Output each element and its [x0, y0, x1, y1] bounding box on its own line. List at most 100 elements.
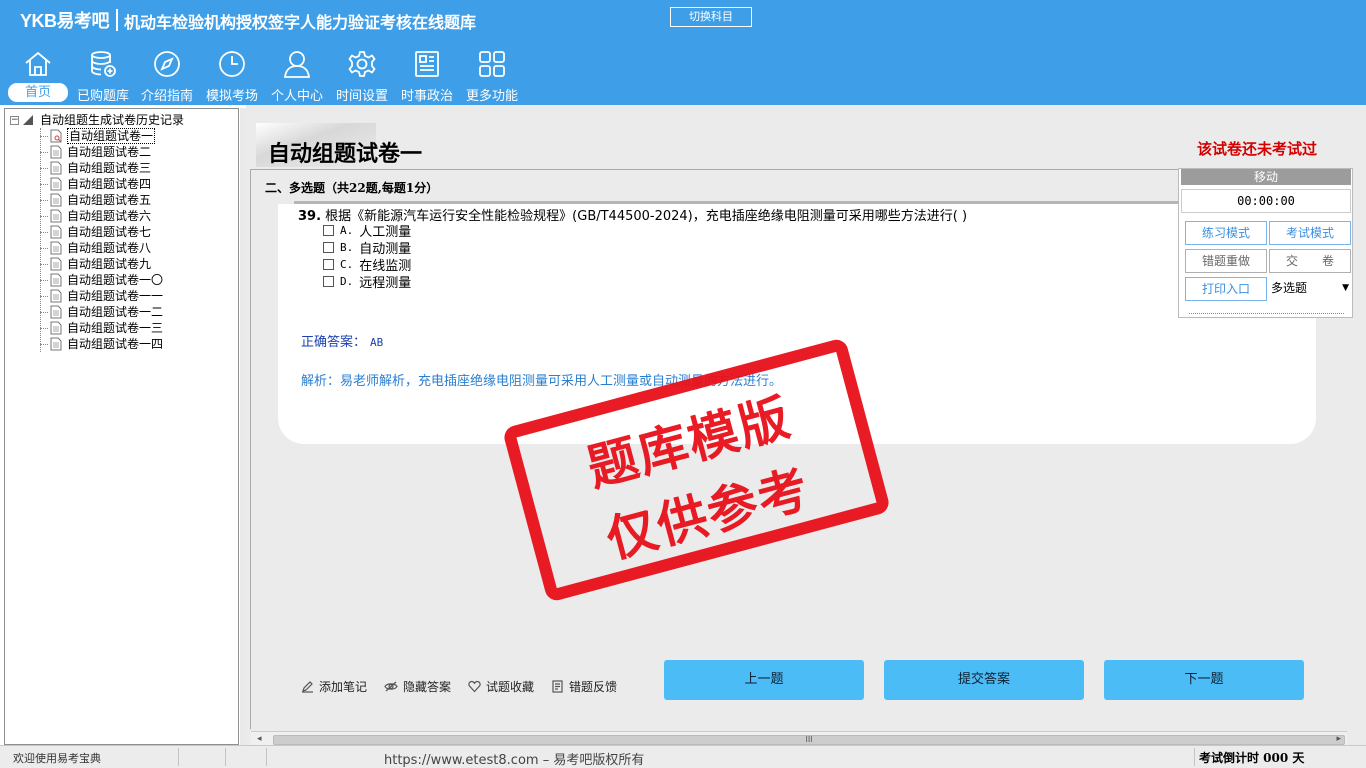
exam-timer: 00:00:00 [1181, 189, 1351, 213]
answer-value: AB [370, 336, 384, 349]
document-icon [50, 177, 62, 191]
nav-more[interactable]: 更多功能 [460, 46, 524, 104]
logo-divider [116, 9, 118, 31]
option-c[interactable]: C. 在线监测 [323, 256, 411, 274]
tree-root[interactable]: − 自动组题生成试卷历史记录 [10, 112, 184, 128]
option-checkbox[interactable] [323, 276, 334, 287]
tree-item[interactable]: 自动组题试卷一二 [40, 304, 163, 320]
nav-time-settings[interactable]: 时间设置 [330, 46, 394, 104]
answer-label: 正确答案： [301, 335, 367, 350]
option-b[interactable]: B. 自动测量 [323, 239, 411, 257]
report-error-button[interactable]: 错题反馈 [551, 677, 617, 695]
news-icon [415, 51, 439, 77]
tree-item[interactable]: 自动组题试卷一 [40, 128, 156, 144]
submit-answer-button[interactable]: 提交答案 [884, 660, 1084, 700]
option-letter: D. [340, 275, 354, 288]
hide-answer-label: 隐藏答案 [403, 679, 452, 694]
option-checkbox[interactable] [323, 225, 334, 236]
tree-item[interactable]: 自动组题试卷五 [40, 192, 151, 208]
option-text: 远程测量 [359, 276, 412, 291]
question-number: 39. [298, 209, 322, 224]
nav-home[interactable]: 首页 [6, 46, 70, 104]
tree-item-label: 自动组题试卷一二 [67, 305, 164, 319]
next-question-button[interactable]: 下一题 [1104, 660, 1304, 700]
panel-move-handle[interactable]: 移动 [1181, 169, 1351, 185]
dropdown-arrow-icon[interactable]: ▼ [1342, 277, 1349, 299]
tree-item[interactable]: 自动组题试卷三 [40, 160, 151, 176]
tree-item-label: 自动组题试卷一 [67, 128, 156, 144]
print-entry-button[interactable]: 打印入口 [1185, 277, 1267, 301]
heart-icon [468, 680, 481, 692]
folder-icon [23, 115, 33, 125]
user-icon [283, 51, 311, 78]
tree-item[interactable]: 自动组题试卷二 [40, 144, 151, 160]
favorite-question-label: 试题收藏 [486, 679, 535, 694]
clock-icon [219, 51, 245, 77]
tree-item[interactable]: 自动组题试卷九 [40, 256, 151, 272]
tree-item[interactable]: 自动组题试卷一四 [40, 336, 163, 352]
compass-icon [154, 51, 180, 77]
scrollbar-thumb[interactable]: III [273, 735, 1345, 745]
prev-question-button[interactable]: 上一题 [664, 660, 864, 700]
option-letter: C. [340, 258, 354, 271]
favorite-question-button[interactable]: 试题收藏 [468, 677, 534, 695]
tree-item[interactable]: 自动组题试卷一一 [40, 288, 163, 304]
add-note-label: 添加笔记 [319, 679, 368, 694]
section-title: 二、多选题（共22题,每题1分） [265, 181, 439, 195]
document-icon [50, 289, 62, 303]
document-icon [50, 321, 62, 335]
option-letter: B. [340, 241, 354, 254]
nav-home-label: 首页 [8, 83, 68, 102]
nav-mock-exam[interactable]: 模拟考场 [200, 46, 264, 104]
hand-in-button[interactable]: 交 卷 [1269, 249, 1351, 273]
tree-item[interactable]: 自动组题试卷八 [40, 240, 151, 256]
option-checkbox[interactable] [323, 242, 334, 253]
nav-profile[interactable]: 个人中心 [265, 46, 329, 104]
tree-item[interactable]: 自动组题试卷四 [40, 176, 151, 192]
status-divider [266, 748, 267, 766]
tree-item-label: 自动组题试卷一四 [67, 337, 164, 351]
question-type-value: 多选题 [1271, 281, 1308, 295]
nav-purchased[interactable]: 已购题库 [71, 46, 135, 104]
exam-control-panel: 移动 00:00:00 练习模式 考试模式 错题重做 交 卷 打印入口 多选题 … [1178, 168, 1353, 318]
scroll-right-icon[interactable]: ▸ [1336, 734, 1341, 744]
option-d[interactable]: D. 远程测量 [323, 273, 412, 291]
panel-resize-handle[interactable] [1189, 313, 1344, 314]
document-icon [50, 209, 62, 223]
tree-item-label: 自动组题试卷四 [67, 177, 152, 191]
status-divider [1194, 748, 1195, 766]
document-icon [50, 193, 62, 207]
app-logo: YKB易考吧 [20, 11, 110, 31]
question-type-select[interactable]: 多选题 ▼ [1269, 277, 1353, 301]
tree-item-label: 自动组题试卷六 [67, 209, 152, 223]
copyright-text: https://www.etest8.com – 易考吧版权所有 [384, 753, 645, 768]
tree-item[interactable]: 自动组题试卷六 [40, 208, 151, 224]
document-icon [50, 257, 62, 271]
tree-item[interactable]: 自动组题试卷七 [40, 224, 151, 240]
home-icon [25, 51, 51, 76]
eye-icon [384, 681, 398, 691]
tree-item-label: 自动组题试卷二 [67, 145, 152, 159]
tree-item-label: 自动组题试卷一三 [67, 321, 164, 335]
exam-mode-button[interactable]: 考试模式 [1269, 221, 1351, 245]
hide-answer-button[interactable]: 隐藏答案 [384, 677, 451, 695]
document-icon [50, 225, 62, 239]
nav-guide[interactable]: 介绍指南 [135, 46, 199, 104]
history-tree: − 自动组题生成试卷历史记录 自动组题试卷一 自动组题试卷二 自动组题试卷三 自… [4, 108, 239, 745]
switch-subject-button[interactable]: 切换科目 [670, 7, 752, 27]
tree-item[interactable]: 自动组题试卷一三 [40, 320, 163, 336]
nav-current-affairs[interactable]: 时事政治 [395, 46, 459, 104]
tree-item[interactable]: 自动组题试卷一〇 [40, 272, 163, 288]
scroll-left-icon[interactable]: ◂ [257, 734, 262, 744]
add-note-button[interactable]: 添加笔记 [301, 677, 367, 695]
redo-wrong-button[interactable]: 错题重做 [1185, 249, 1267, 273]
option-checkbox[interactable] [323, 259, 334, 270]
grid-icon [479, 51, 505, 77]
collapse-toggle-icon[interactable]: − [10, 115, 19, 125]
document-icon [50, 241, 62, 255]
correct-answer: 正确答案： AB [301, 331, 383, 350]
option-a[interactable]: A. 人工测量 [323, 222, 411, 240]
feedback-icon [552, 679, 563, 693]
practice-mode-button[interactable]: 练习模式 [1185, 221, 1267, 245]
nav-current-affairs-label: 时事政治 [400, 89, 453, 104]
